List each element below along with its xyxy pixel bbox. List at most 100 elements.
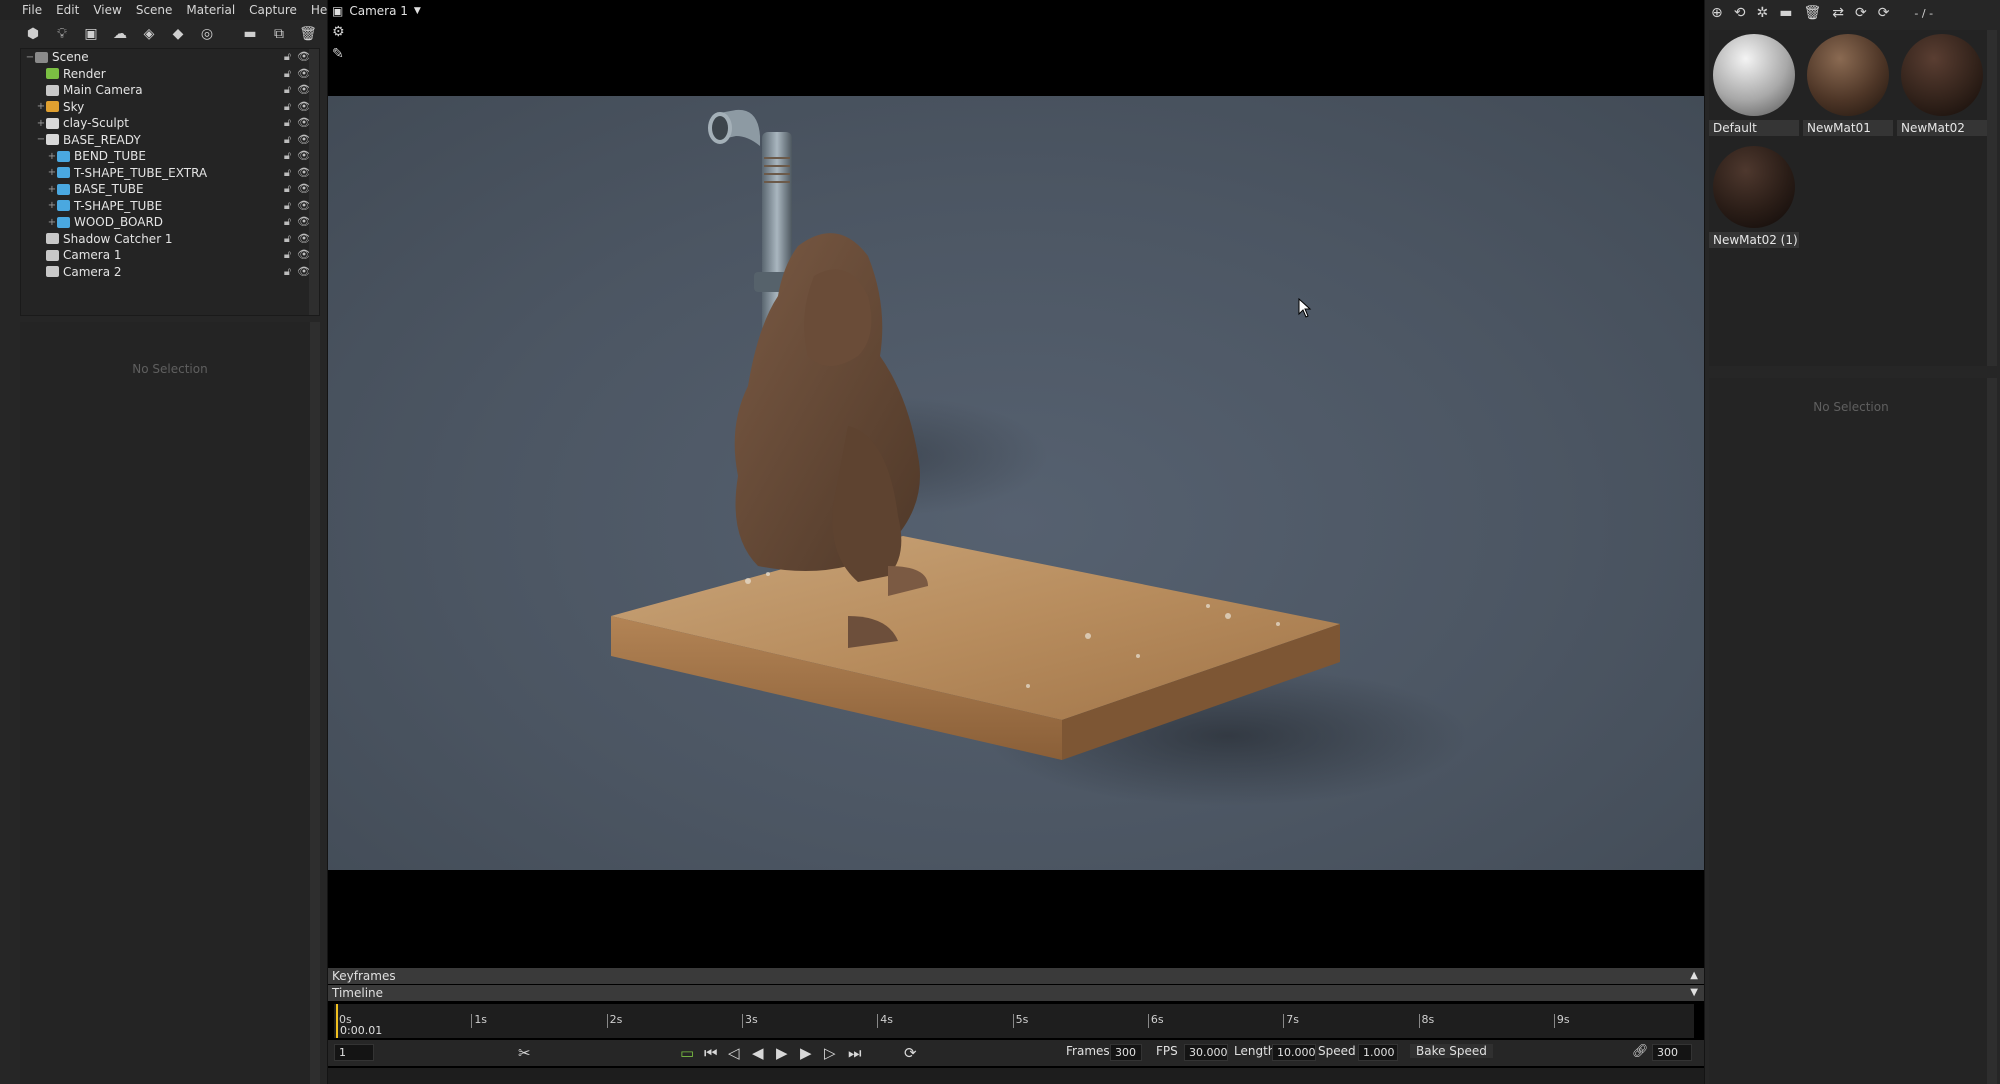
duplicate-icon[interactable]: ⧉ (270, 25, 288, 43)
shadow-catcher-icon[interactable]: ◈ (140, 25, 158, 43)
lock-icon[interactable]: 🔓︎ (284, 199, 291, 213)
bake-speed-button[interactable]: Bake Speed (1410, 1044, 1493, 1058)
scene-tree-item[interactable]: + Sky 🔓︎ 👁︎ (21, 99, 319, 116)
folder-icon[interactable]: ▬ (241, 25, 259, 43)
scissors-icon[interactable]: ✂ (518, 1044, 531, 1062)
scene-tree-item[interactable]: + WOOD_BOARD 🔓︎ 👁︎ (21, 214, 319, 231)
length-field[interactable]: 10.000 (1272, 1044, 1316, 1061)
material-newmat02[interactable]: NewMat02 (1897, 34, 1987, 136)
play-icon[interactable]: ▶ (776, 1044, 788, 1062)
expand-toggle-icon[interactable]: + (36, 101, 46, 112)
expand-toggle-icon[interactable]: + (47, 184, 57, 195)
scene-tree-item[interactable]: − Scene 🔓︎ 👁︎ (21, 49, 319, 66)
scene-tree-scrollbar[interactable] (309, 49, 319, 315)
material-default[interactable]: Default (1709, 34, 1799, 136)
chevron-down-icon[interactable]: ▼ (414, 6, 421, 16)
scene-tree-item[interactable]: Shadow Catcher 1 🔓︎ 👁︎ (21, 231, 319, 248)
refresh-icon[interactable]: ⟳ (1878, 5, 1890, 21)
menu-edit[interactable]: Edit (56, 3, 79, 17)
delete-icon[interactable]: 🗑︎ (1803, 5, 1821, 21)
scene-tree-item[interactable]: Camera 1 🔓︎ 👁︎ (21, 247, 319, 264)
menu-scene[interactable]: Scene (136, 3, 173, 17)
expand-toggle-icon[interactable]: + (47, 217, 57, 228)
scene-tree-item[interactable]: + T-SHAPE_TUBE 🔓︎ 👁︎ (21, 198, 319, 215)
shuffle-icon[interactable]: ⇄ (1832, 5, 1844, 21)
folder-icon[interactable]: ▬ (1779, 5, 1792, 21)
scene-tree-item[interactable]: − BASE_READY 🔓︎ 👁︎ (21, 132, 319, 149)
end-frame-field[interactable]: 300 (1652, 1044, 1692, 1061)
row-toggles: 🔓︎ 👁︎ (284, 50, 311, 64)
light-icon[interactable]: 💡︎ (53, 25, 71, 43)
camera-icon[interactable]: ▣ (82, 25, 100, 43)
timeline-bar[interactable]: Timeline ▼ (328, 985, 1704, 1001)
prev-key-icon[interactable]: ◁ (728, 1044, 740, 1062)
scene-tree-item[interactable]: + BEND_TUBE 🔓︎ 👁︎ (21, 148, 319, 165)
lock-icon[interactable]: 🔓︎ (284, 67, 291, 81)
menu-file[interactable]: File (22, 3, 42, 17)
scene-tree-item[interactable]: Camera 2 🔓︎ 👁︎ (21, 264, 319, 281)
next-key-icon[interactable]: ▷ (824, 1044, 836, 1062)
refresh-icon[interactable]: ⟳ (904, 1044, 917, 1062)
delete-icon[interactable]: 🗑︎ (299, 25, 317, 43)
skip-end-icon[interactable]: ⏭ (848, 1044, 862, 1062)
group-icon[interactable]: ◆ (169, 25, 187, 43)
step-forward-icon[interactable]: ▶ (800, 1044, 812, 1062)
expand-toggle-icon[interactable]: − (25, 52, 35, 63)
expand-toggle-icon[interactable]: + (47, 151, 57, 162)
lock-icon[interactable]: 🔓︎ (284, 215, 291, 229)
fps-field[interactable]: 30.000 (1184, 1044, 1228, 1061)
menu-view[interactable]: View (93, 3, 121, 17)
lock-icon[interactable]: 🔓︎ (284, 50, 291, 64)
expand-toggle-icon[interactable]: + (47, 167, 57, 178)
collapse-icon[interactable]: ▼ (1690, 985, 1698, 1001)
expand-toggle-icon[interactable]: − (36, 134, 46, 145)
lock-icon[interactable]: 🔓︎ (284, 182, 291, 196)
frame-field[interactable]: 1 (334, 1044, 374, 1061)
lock-icon[interactable]: 🔓︎ (284, 133, 291, 147)
expand-toggle-icon[interactable]: + (47, 200, 57, 211)
timeline-ruler[interactable]: 0s 1s 2s 3s 4s 5s 6s 7s 8s 9s 0:00.01 (334, 1004, 1694, 1038)
lock-icon[interactable]: 🔓︎ (284, 265, 291, 279)
gear-icon[interactable]: ⚙ (332, 24, 345, 40)
step-back-icon[interactable]: ◀ (752, 1044, 764, 1062)
menu-material[interactable]: Material (186, 3, 235, 17)
scene-tree-item[interactable]: Render 🔓︎ 👁︎ (21, 66, 319, 83)
scene-tree-item[interactable]: + T-SHAPE_TUBE_EXTRA 🔓︎ 👁︎ (21, 165, 319, 182)
lock-icon[interactable]: 🔓︎ (284, 232, 291, 246)
playhead[interactable] (336, 1004, 338, 1038)
scene-tree-item[interactable]: + BASE_TUBE 🔓︎ 👁︎ (21, 181, 319, 198)
refresh-icon[interactable]: ⟳ (1855, 5, 1867, 21)
material-newmat02-1[interactable]: NewMat02 (1) (1709, 146, 1799, 248)
properties-scrollbar[interactable] (310, 322, 320, 1084)
skip-start-icon[interactable]: ⏮ (704, 1044, 718, 1062)
frames-field[interactable]: 300 (1110, 1044, 1142, 1061)
material-properties-scrollbar[interactable] (1987, 378, 1997, 1084)
material-newmat01[interactable]: NewMat01 (1803, 34, 1893, 136)
scene-tree-item[interactable]: + clay-Sculpt 🔓︎ 👁︎ (21, 115, 319, 132)
keyframes-bar[interactable]: Keyframes ▲ (328, 968, 1704, 984)
lock-icon[interactable]: 🔓︎ (284, 100, 291, 114)
lock-icon[interactable]: 🔓︎ (284, 248, 291, 262)
speed-field[interactable]: 1.000 (1358, 1044, 1398, 1061)
environment-icon[interactable]: ◎ (198, 25, 216, 43)
3d-viewport[interactable] (328, 96, 1704, 870)
brush-icon[interactable]: ✎ (332, 46, 345, 62)
copy-material-icon[interactable]: ⟲ (1734, 5, 1746, 21)
sky-icon[interactable]: ☁ (111, 25, 129, 43)
lock-icon[interactable]: 🔓︎ (284, 83, 291, 97)
camera-selector[interactable]: Camera 1 (349, 4, 408, 18)
add-object-icon[interactable]: ⬢ (24, 25, 42, 43)
materials-scrollbar[interactable] (1987, 30, 1997, 366)
loop-icon[interactable]: ▭ (680, 1044, 694, 1062)
keyframe-track[interactable] (328, 1068, 1704, 1084)
lock-icon[interactable]: 🔓︎ (284, 116, 291, 130)
add-material-icon[interactable]: ⊕ (1711, 5, 1723, 21)
lock-icon[interactable]: 🔓︎ (284, 149, 291, 163)
scene-tree-item[interactable]: Main Camera 🔓︎ 👁︎ (21, 82, 319, 99)
menu-capture[interactable]: Capture (249, 3, 297, 17)
pick-material-icon[interactable]: ✲ (1756, 5, 1768, 21)
expand-toggle-icon[interactable]: + (36, 118, 46, 129)
expand-icon[interactable]: ▲ (1690, 968, 1698, 984)
link-icon[interactable]: 🔗︎ (1632, 1044, 1649, 1059)
lock-icon[interactable]: 🔓︎ (284, 166, 291, 180)
